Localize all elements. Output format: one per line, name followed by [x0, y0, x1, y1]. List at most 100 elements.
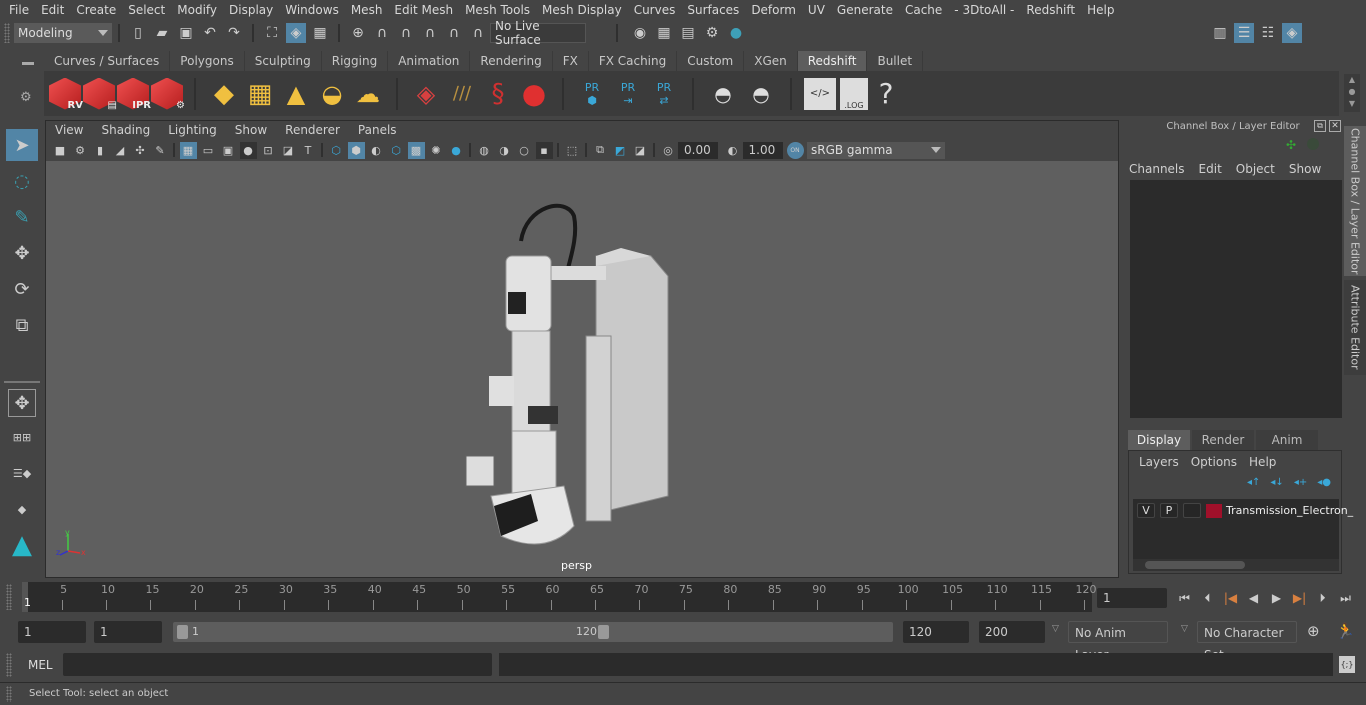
proxy-create-icon[interactable]: PR ⬢ — [576, 78, 608, 110]
close-icon[interactable]: ✕ — [1329, 120, 1341, 132]
step-forward-frame-icon[interactable]: ⏵ — [1313, 588, 1333, 608]
character-set-dropdown[interactable]: No Character Set — [1197, 621, 1297, 662]
grip-handle[interactable] — [6, 584, 12, 610]
bake-icon[interactable]: ◓ — [744, 78, 778, 110]
single-perspective-layout-icon[interactable]: ✥ — [8, 389, 36, 417]
cb-menu-edit[interactable]: Edit — [1192, 162, 1229, 176]
cb-menu-channels[interactable]: Channels — [1122, 162, 1192, 176]
shadows-icon[interactable]: ● — [448, 142, 465, 159]
select-component-icon[interactable]: ▦ — [310, 23, 330, 43]
rotate-tool-icon[interactable]: ⟳ — [6, 273, 38, 305]
open-scene-icon[interactable]: ▰ — [152, 23, 172, 43]
grid-icon[interactable]: ▦ — [179, 141, 197, 159]
shelf-tab-custom[interactable]: Custom — [677, 51, 745, 71]
sphere-icon[interactable]: ● — [518, 77, 550, 110]
camera-attributes-icon[interactable]: ⚙ — [72, 142, 89, 159]
snap-view-plane-icon[interactable]: ∩ — [420, 23, 440, 43]
vp-menu-show[interactable]: Show — [226, 123, 276, 137]
camera-select-icon[interactable]: ■ — [52, 142, 69, 159]
channel-box-toggle-icon[interactable]: ◈ — [1282, 23, 1302, 43]
paint-select-tool-icon[interactable]: ✎ — [6, 201, 38, 233]
gamma-icon[interactable]: ◐ — [724, 142, 741, 159]
snap-live-icon[interactable]: ∩ — [468, 23, 488, 43]
motion-blur-icon[interactable]: ◑ — [496, 142, 513, 159]
lasso-tool-icon[interactable]: ◌ — [6, 165, 38, 197]
menu-mesh[interactable]: Mesh — [345, 3, 389, 17]
shelf-tab-curves-surfaces[interactable]: Curves / Surfaces — [44, 51, 171, 71]
bake-multi-icon[interactable]: ◓ — [706, 78, 740, 110]
log-file-icon[interactable]: .LOG — [840, 77, 868, 110]
layer-menu-help[interactable]: Help — [1243, 455, 1282, 469]
side-tab-channel-box[interactable]: Channel Box / Layer Editor — [1344, 126, 1366, 276]
auto-key-icon[interactable]: ⊕ — [1307, 622, 1320, 640]
cb-menu-object[interactable]: Object — [1229, 162, 1282, 176]
side-tab-attribute-editor[interactable]: Attribute Editor — [1344, 280, 1366, 375]
render-settings-icon[interactable]: ⚙ — [702, 23, 722, 43]
vp-menu-lighting[interactable]: Lighting — [159, 123, 226, 137]
go-to-start-icon[interactable]: ⏮ — [1175, 588, 1195, 608]
grease-pencil-icon[interactable]: ✎ — [152, 142, 169, 159]
vp-menu-shading[interactable]: Shading — [92, 123, 159, 137]
shelf-tab-rendering[interactable]: Rendering — [470, 51, 553, 71]
menu-create[interactable]: Create — [70, 3, 122, 17]
new-layer-icon[interactable]: ◂+ — [1294, 477, 1307, 488]
scrollbar-thumb[interactable] — [1145, 561, 1245, 569]
menu-file[interactable]: File — [0, 3, 35, 17]
move-tool-icon[interactable]: ✥ — [6, 237, 38, 269]
2d-pan-zoom-icon[interactable]: ✣ — [132, 142, 149, 159]
shelf-tab-fx[interactable]: FX — [552, 51, 589, 71]
menu-select[interactable]: Select — [122, 3, 171, 17]
snap-point-icon[interactable]: ∩ — [396, 23, 416, 43]
shelf-tab-rigging[interactable]: Rigging — [321, 51, 389, 71]
shelf-tab-bullet[interactable]: Bullet — [867, 51, 924, 71]
select-hierarchy-icon[interactable]: ⛶ — [262, 23, 282, 43]
script-editor-icon[interactable]: </> — [804, 77, 836, 110]
bookmark-icon[interactable]: ▮ — [92, 142, 109, 159]
start-time-field[interactable]: 1 — [18, 621, 86, 643]
grip-handle[interactable] — [6, 686, 12, 702]
new-layer-selected-icon[interactable]: ◂● — [1317, 477, 1331, 488]
shelf-scroll[interactable]: ▲ ● ▼ — [1344, 74, 1360, 112]
scale-tool-icon[interactable]: ⧉ — [6, 309, 38, 341]
move-layer-up-icon[interactable]: ◂↑ — [1247, 477, 1260, 488]
shelf-tab-polygons[interactable]: Polygons — [170, 51, 245, 71]
redshift-render-view-button[interactable]: RV — [49, 77, 83, 111]
save-scene-icon[interactable]: ▣ — [176, 23, 196, 43]
persp-graph-layout-icon[interactable]: ◆ — [6, 493, 38, 525]
proxy-export-icon[interactable]: PR ⇥ — [612, 78, 644, 110]
xray-joints-icon[interactable]: ⧉ — [592, 142, 609, 159]
undo-icon[interactable]: ↶ — [200, 23, 220, 43]
layer-menu-options[interactable]: Options — [1185, 455, 1243, 469]
float-panel-icon[interactable]: ⧉ — [1314, 120, 1326, 132]
anti-aliasing-icon[interactable]: ○ — [516, 142, 533, 159]
hair-icon[interactable]: ∕∕∕ — [446, 78, 478, 110]
shelf-tab-xgen[interactable]: XGen — [744, 51, 798, 71]
sun-sky-icon[interactable]: ☁ — [352, 78, 384, 110]
render-frame-icon[interactable]: ▦ — [654, 23, 674, 43]
tool-settings-toggle-icon[interactable]: ☷ — [1258, 23, 1278, 43]
redshift-ipr-button[interactable]: IPR — [117, 77, 151, 111]
menu-display[interactable]: Display — [223, 3, 279, 17]
redo-icon[interactable]: ↷ — [224, 23, 244, 43]
shelf-tab-animation[interactable]: Animation — [388, 51, 471, 71]
menu-windows[interactable]: Windows — [279, 3, 345, 17]
help-icon[interactable]: ? — [872, 77, 900, 110]
four-view-layout-icon[interactable]: ⊞⊞ — [6, 421, 38, 453]
hud-icon[interactable]: ◪ — [632, 142, 649, 159]
range-slider[interactable]: 1 120 — [173, 622, 893, 642]
step-forward-key-icon[interactable]: ▶| — [1290, 588, 1310, 608]
area-light-icon[interactable]: ◆ — [208, 78, 240, 110]
redshift-settings-button[interactable]: ⚙ — [151, 77, 185, 111]
menu-deform[interactable]: Deform — [745, 3, 802, 17]
wireframe-on-shaded-icon[interactable]: ◐ — [368, 142, 385, 159]
time-slider[interactable]: 1 5 10 15 20 25 30 35 40 45 50 55 60 65 70 75 80 85 90 95 1… — [22, 582, 1097, 612]
menu-cache[interactable]: Cache — [899, 3, 948, 17]
menu-3dtoall[interactable]: - 3DtoAll - — [948, 3, 1020, 17]
dome-light-icon[interactable]: ◒ — [316, 78, 348, 110]
hypershade-icon[interactable]: ● — [726, 23, 746, 43]
menu-modify[interactable]: Modify — [171, 3, 223, 17]
vp-menu-view[interactable]: View — [46, 123, 92, 137]
playback-end-field[interactable]: 120 — [903, 621, 969, 643]
range-start-handle[interactable] — [177, 625, 188, 639]
field-chart-icon[interactable]: ⊡ — [260, 142, 277, 159]
